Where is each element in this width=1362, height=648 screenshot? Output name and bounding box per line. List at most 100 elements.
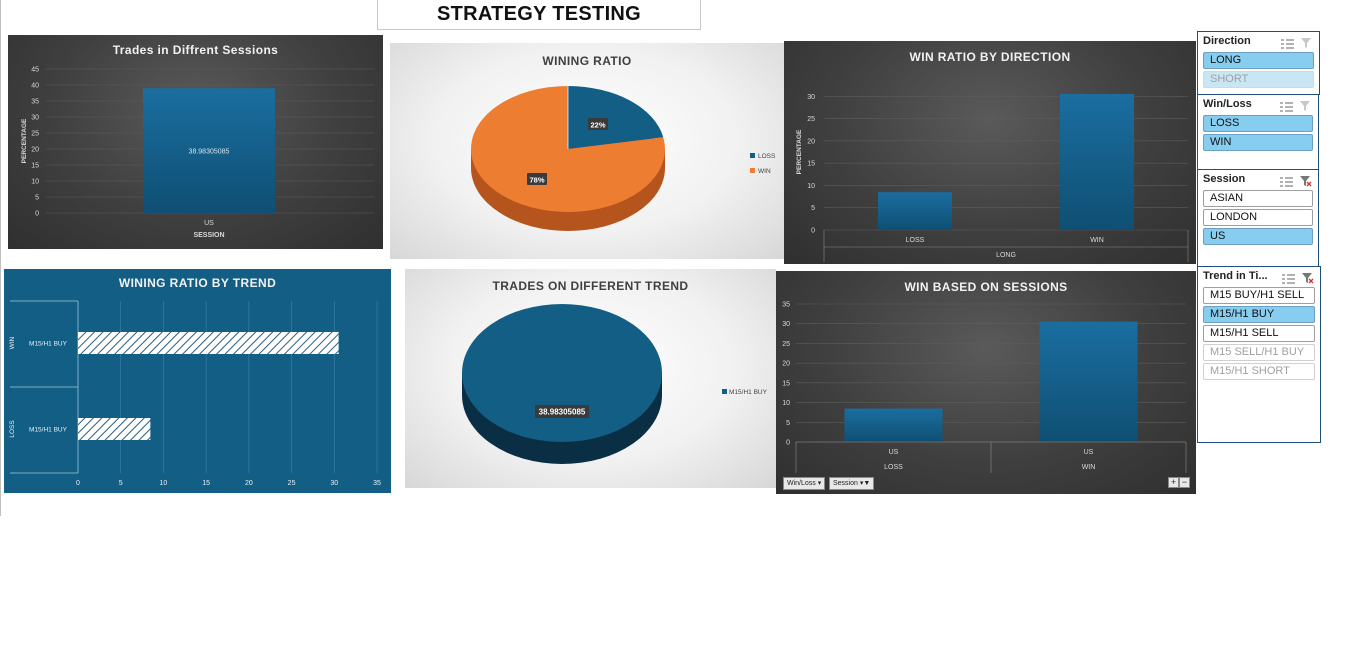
slicer-session[interactable]: Session ASIAN LONDON US — [1197, 169, 1319, 268]
y-tick-label: 20 — [782, 361, 790, 368]
y-tick-label: 0 — [786, 440, 790, 447]
legend-swatch — [750, 153, 755, 158]
bar — [78, 332, 339, 354]
chart-plot: 38.98305085 M15/H1 BUY — [462, 304, 768, 464]
slicer-item[interactable]: M15/H1 SELL — [1203, 325, 1315, 342]
chart-plot: 0 5 10 15 20 25 30 35 US LOSS US WIN — [782, 302, 1187, 473]
bar — [1060, 94, 1134, 230]
bar — [1039, 321, 1138, 442]
y-tick-label: 15 — [782, 380, 790, 387]
category-label: M15/H1 BUY — [29, 341, 68, 348]
y-tick-label: 30 — [807, 94, 815, 101]
x-tick-label: 35 — [373, 480, 381, 487]
clear-filter-icon[interactable] — [1300, 99, 1312, 111]
winloss-filter-button[interactable]: Win/Loss ▾ — [783, 477, 826, 490]
x-tick-label: 0 — [76, 480, 80, 487]
legend-swatch — [750, 168, 755, 173]
slicer-item[interactable]: LONG — [1203, 52, 1314, 69]
y-tick-label: 40 — [31, 83, 39, 90]
group-label: LOSS — [884, 464, 903, 471]
x-tick-label: 5 — [119, 480, 123, 487]
group-label: LONG — [996, 252, 1016, 259]
y-tick-label: 35 — [31, 99, 39, 106]
y-tick-label: 15 — [807, 161, 815, 168]
group-label: LOSS — [9, 420, 16, 438]
filter-icon: ▾▼ — [859, 480, 871, 487]
slicer-item[interactable]: M15/H1 SHORT — [1203, 363, 1315, 380]
group-label: WIN — [9, 336, 16, 349]
x-tick-label: LOSS — [906, 237, 925, 244]
legend-label: WIN — [758, 168, 771, 175]
slicer-title: Trend in Ti... — [1203, 270, 1268, 282]
filter-button-label: Session — [833, 480, 858, 487]
clear-filter-icon[interactable] — [1300, 174, 1312, 187]
y-tick-label: 10 — [782, 400, 790, 407]
chart-plot: 0 5 10 15 20 25 30 35 40 45 38.98305085 US SESSION PE… — [21, 67, 374, 239]
filter-button-label: Win/Loss — [787, 480, 816, 487]
y-tick-label: 30 — [782, 321, 790, 328]
x-tick-label: 20 — [245, 480, 253, 487]
y-tick-label: 35 — [782, 302, 790, 309]
chart-win-sessions[interactable]: WIN BASED ON SESSIONS 0 5 10 15 20 25 30 35 US LO… — [776, 271, 1196, 494]
legend-label: M15/H1 BUY — [729, 389, 768, 396]
y-tick-label: 10 — [31, 179, 39, 186]
slicer-item[interactable]: LONDON — [1203, 209, 1313, 226]
collapse-field-button[interactable]: − — [1179, 477, 1190, 488]
chart-wining-ratio[interactable]: WINING RATIO 22% 78% LOSS WIN — [390, 43, 784, 259]
chart-trades-trend[interactable]: TRADES ON DIFFERENT TREND 38.98305085 M15… — [405, 269, 776, 488]
bar — [78, 418, 151, 440]
slicer-item[interactable]: ASIAN — [1203, 190, 1313, 207]
data-label: 38.98305085 — [189, 149, 230, 156]
clear-filter-icon[interactable] — [1301, 36, 1313, 48]
slicer-title: Session — [1203, 173, 1246, 185]
slicer-direction[interactable]: Direction LONG SHORT — [1197, 31, 1320, 95]
y-tick-label: 0 — [35, 211, 39, 218]
x-tick-label: US — [889, 449, 899, 456]
chart-plot: 0 5 10 15 20 25 30 LOSS WIN LONG PERCENTAGE — [796, 94, 1189, 262]
x-tick-label: 10 — [160, 480, 168, 487]
y-tick-label: 25 — [807, 116, 815, 123]
chart-wining-ratio-trend[interactable]: WINING RATIO BY TREND 0 5 10 15 20 25 30 35 M15/… — [4, 269, 391, 493]
y-tick-label: 20 — [31, 147, 39, 154]
y-tick-label: 10 — [807, 183, 815, 190]
x-tick-label: 25 — [288, 480, 296, 487]
y-tick-label: 25 — [31, 131, 39, 138]
slicer-item[interactable]: M15 BUY/H1 SELL — [1203, 287, 1315, 304]
bar — [878, 192, 952, 230]
slicer-item[interactable]: M15 SELL/H1 BUY — [1203, 344, 1315, 361]
slicer-title: Win/Loss — [1203, 98, 1252, 110]
slicer-trend[interactable]: Trend in Ti... M15 BUY/H1 SELL M15/H1 BUY M… — [1197, 266, 1321, 443]
data-label: 22% — [590, 121, 605, 130]
slicer-item[interactable]: LOSS — [1203, 115, 1313, 132]
multi-select-icon[interactable] — [1280, 174, 1294, 187]
slicer-item[interactable]: WIN — [1203, 134, 1313, 151]
y-tick-label: 20 — [807, 138, 815, 145]
multi-select-icon[interactable] — [1281, 36, 1295, 49]
y-tick-label: 30 — [31, 115, 39, 122]
slicer-item[interactable]: M15/H1 BUY — [1203, 306, 1315, 323]
y-tick-label: 25 — [782, 341, 790, 348]
slicer-item[interactable]: SHORT — [1203, 71, 1314, 88]
slicer-title: Direction — [1203, 35, 1251, 47]
sheet-left-border — [0, 0, 1, 516]
slicer-win-loss[interactable]: Win/Loss LOSS WIN — [1197, 94, 1319, 170]
dropdown-arrow-icon: ▾ — [817, 480, 822, 487]
chart-plot: 22% 78% LOSS WIN — [471, 86, 776, 231]
y-axis-title: PERCENTAGE — [796, 129, 803, 174]
x-tick-label: US — [204, 220, 214, 227]
y-tick-label: 15 — [31, 163, 39, 170]
group-label: WIN — [1082, 464, 1096, 471]
bar — [844, 408, 943, 442]
clear-filter-icon[interactable] — [1302, 271, 1314, 284]
slicer-item[interactable]: US — [1203, 228, 1313, 245]
y-tick-label: 45 — [31, 67, 39, 74]
multi-select-icon[interactable] — [1280, 99, 1294, 112]
session-filter-button[interactable]: Session ▾▼ — [829, 477, 875, 490]
dashboard-title-box: STRATEGY TESTING — [377, 0, 701, 30]
multi-select-icon[interactable] — [1282, 271, 1296, 284]
chart-win-ratio-direction[interactable]: WIN RATIO BY DIRECTION 0 5 10 15 20 25 30 LOSS W… — [784, 41, 1196, 264]
page-title: STRATEGY TESTING — [436, 3, 642, 25]
x-axis-title: SESSION — [193, 232, 224, 239]
expand-field-button[interactable]: + — [1168, 477, 1179, 488]
chart-trades-sessions[interactable]: Trades in Diffrent Sessions 0 5 10 15 20 25 30… — [8, 35, 383, 249]
